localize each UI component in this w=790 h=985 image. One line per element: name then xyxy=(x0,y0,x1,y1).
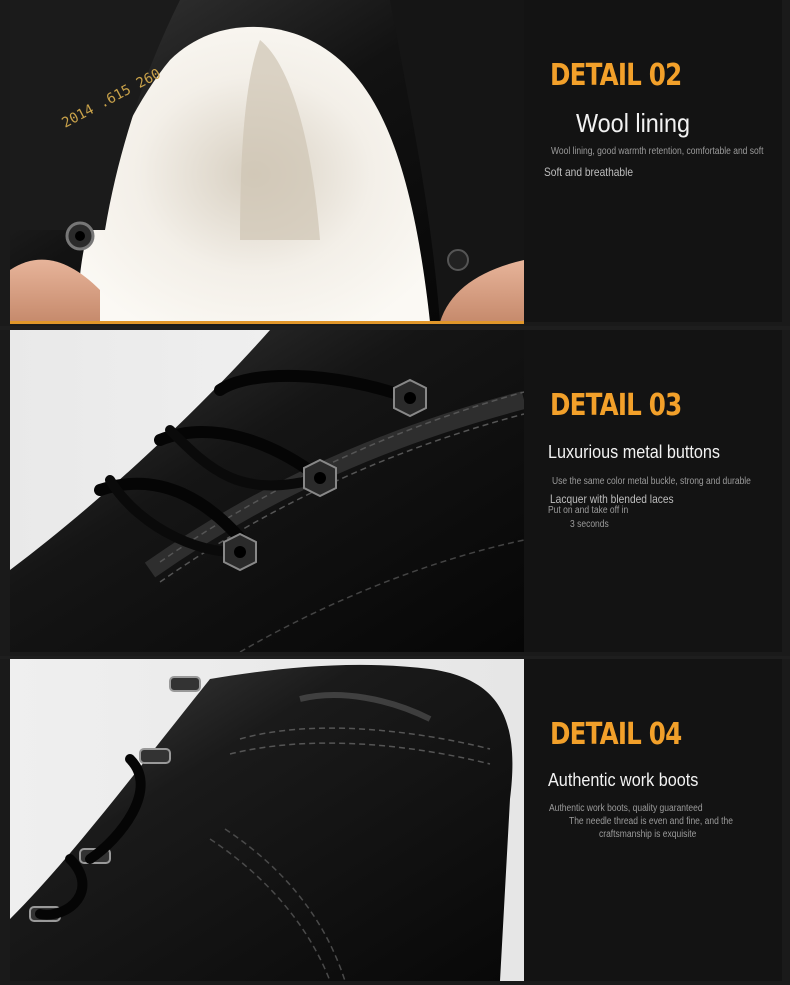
accent-divider xyxy=(10,321,524,324)
detail-text-panel: DETAIL 03 Luxurious metal buttons Use th… xyxy=(524,330,782,652)
detail-description: Authentic work boots, quality guaranteed xyxy=(549,803,703,814)
detail-section-wool: 2014 .615 260 DETAIL 02 Wool lining Wool… xyxy=(0,0,790,326)
detail-section-work-boots: DETAIL 04 Authentic work boots Authentic… xyxy=(0,659,790,985)
detail-number: DETAIL 03 xyxy=(550,388,682,423)
detail-text-panel: DETAIL 02 Wool lining Wool lining, good … xyxy=(524,0,782,322)
detail-section-buttons: DETAIL 03 Luxurious metal buttons Use th… xyxy=(0,330,790,656)
detail-description: Lacquer with blended laces xyxy=(550,492,674,506)
detail-text-panel: DETAIL 04 Authentic work boots Authentic… xyxy=(524,659,782,981)
detail-description: Wool lining, good warmth retention, comf… xyxy=(551,146,764,157)
detail-title: Authentic work boots xyxy=(548,770,699,790)
detail-number: DETAIL 02 xyxy=(550,58,682,93)
detail-description: The needle thread is even and fine, and … xyxy=(569,816,733,827)
detail-description: 3 seconds xyxy=(570,519,609,530)
detail-title: Luxurious metal buttons xyxy=(548,442,720,462)
detail-description: Use the same color metal buckle, strong … xyxy=(552,476,751,487)
detail-title: Wool lining xyxy=(576,108,691,138)
boot-laces-eyelets-photo xyxy=(10,330,524,652)
detail-description: Put on and take off in xyxy=(548,505,629,516)
product-detail-page: 2014 .615 260 DETAIL 02 Wool lining Wool… xyxy=(0,0,790,985)
boot-wool-lining-photo: 2014 .615 260 xyxy=(10,0,524,322)
detail-description: Soft and breathable xyxy=(544,165,634,179)
detail-number: DETAIL 04 xyxy=(550,717,682,752)
detail-description: craftsmanship is exquisite xyxy=(599,829,697,840)
boot-collar-photo xyxy=(10,659,524,981)
